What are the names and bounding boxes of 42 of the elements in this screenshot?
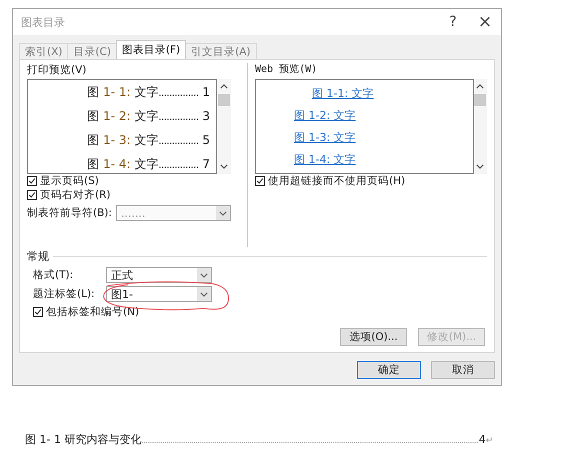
close-button[interactable]: × [469, 10, 501, 34]
scroll-up-icon[interactable] [220, 84, 228, 89]
dialog-button[interactable]: 确定 [357, 361, 421, 379]
caret-icon [200, 272, 208, 278]
web-preview-label: Web 预览(W) [255, 63, 318, 77]
scroll-thumb[interactable] [218, 94, 230, 106]
checkbox[interactable]: 使用超链接而不使用页码(H) [255, 174, 487, 188]
preview-entry: 图 1- 3: 文字............... 5 [87, 132, 210, 149]
window-title: 图表目录 [21, 14, 65, 30]
section-title: 常规 [27, 249, 49, 264]
scroll-thumb[interactable] [474, 94, 486, 106]
preview-entry: 图 1- 1: 文字............... 1 [87, 84, 210, 101]
checkbox[interactable]: 显示页码(S) [27, 174, 234, 188]
scrollbar[interactable] [217, 79, 231, 174]
leader-label: 制表符前导符(B): [27, 206, 112, 220]
dialog-button[interactable]: 取消 [431, 361, 495, 379]
caret-icon [200, 292, 208, 296]
preview-link[interactable]: 图 1-3: 文字 [294, 130, 356, 146]
preview-link[interactable]: 图 1-2: 文字 [294, 108, 356, 124]
format-dropdown[interactable]: 正式 [106, 267, 212, 283]
checkmark-icon [256, 177, 264, 185]
tab[interactable]: 索引(X) [19, 43, 68, 59]
dialog-button[interactable]: 选项(O)... [340, 328, 407, 346]
checkbox[interactable]: 页码右对齐(R) [27, 188, 234, 202]
help-button[interactable]: ? [437, 10, 469, 34]
preview-entry: 图 1- 2: 文字............... 3 [87, 108, 210, 125]
print-preview-label: 打印预览(V) [27, 63, 88, 77]
tab[interactable]: 目录(C) [67, 43, 117, 59]
caret-icon [218, 210, 227, 216]
preview-link[interactable]: 图 1-1: 文字 [312, 86, 374, 102]
scroll-up-icon[interactable] [476, 84, 484, 89]
caption-label: 题注标签(L): [33, 287, 96, 301]
tab[interactable]: 引文目录(A) [185, 43, 257, 59]
checkmark-icon [34, 308, 42, 316]
preview-entry: 图 1- 4: 文字............... 7 [87, 156, 210, 173]
scroll-down-icon[interactable] [220, 164, 228, 169]
scrollbar[interactable] [474, 79, 487, 174]
preview-link[interactable]: 图 1-4: 文字 [294, 152, 356, 168]
tab[interactable]: 图表目录(F) [116, 40, 186, 59]
caption-dropdown[interactable]: 图1- [106, 286, 212, 302]
scroll-down-icon[interactable] [476, 164, 484, 169]
format-label: 格式(T): [33, 268, 74, 282]
